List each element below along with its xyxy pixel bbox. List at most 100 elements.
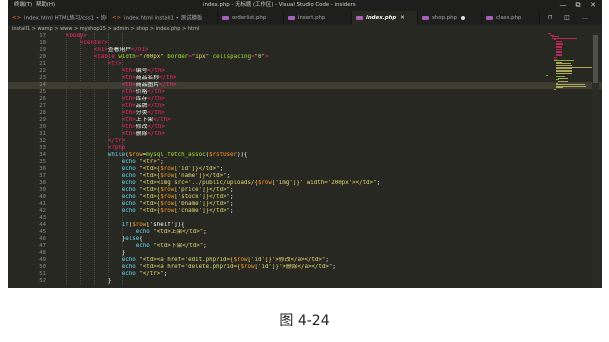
line-number: 17 xyxy=(39,33,46,39)
tab-label: class.php xyxy=(496,15,522,21)
line-number: 52 xyxy=(39,278,46,284)
code-line[interactable]: <?php xyxy=(52,145,542,152)
code-line[interactable]: while($row=mysql_fetch_assoc($rstUser)){ xyxy=(52,152,542,159)
line-number: 40 xyxy=(39,194,46,200)
editor-tab[interactable]: <>index.html HTML练习/css1 • 协程设计 xyxy=(8,11,108,25)
minimap-line xyxy=(556,44,563,45)
php-file-icon xyxy=(222,15,229,20)
code-line[interactable]: <body> xyxy=(52,33,542,40)
tab-label: index.html install1 • 测试模板 xyxy=(124,15,203,22)
php-file-icon xyxy=(486,15,493,20)
line-number: 38 xyxy=(39,180,46,186)
code-line[interactable]: echo "<td>上架</td>"; xyxy=(52,229,542,236)
code-line[interactable]: echo "<td><img src='../public/uploads/{$… xyxy=(52,180,542,187)
editor-tab[interactable]: <> index.html install1 • 测试模板 xyxy=(108,11,218,25)
vscode-window: 终端(T) 帮助(H) index.php - 无标题 (工作区) - Visual… xyxy=(8,0,602,288)
editor-tab[interactable]: class.php xyxy=(482,11,540,25)
tab-label: insert.php xyxy=(298,15,326,21)
line-number: 49 xyxy=(39,257,46,263)
code-line[interactable]: echo "<td>{$row['price']}</td>"; xyxy=(52,187,542,194)
minimap-line xyxy=(552,36,559,37)
code-line[interactable]: <h1>查看用户</h1> xyxy=(52,47,542,54)
code-line[interactable]: <th>品牌</th> xyxy=(52,103,542,110)
code-line[interactable]: <th>编号</th> xyxy=(52,68,542,75)
code-line[interactable]: <tr> xyxy=(52,61,542,68)
close-icon[interactable]: ✕ xyxy=(400,15,405,21)
tab-label: shop.php xyxy=(432,15,457,21)
scrollbar-thumb[interactable] xyxy=(593,35,598,83)
line-number: 29 xyxy=(39,117,46,123)
code-line[interactable]: echo "</tr>"; xyxy=(52,271,542,278)
editor-scrollbar[interactable] xyxy=(592,33,599,288)
open-changes-icon[interactable]: ⊓ xyxy=(548,11,553,25)
more-actions-icon[interactable]: … xyxy=(582,11,588,25)
window-title: index.php - 无标题 (工作区) - Visual Studio Co… xyxy=(203,2,356,8)
minimap-line xyxy=(556,52,562,53)
code-line[interactable]: <th>商品名称</th> xyxy=(52,75,542,82)
code-line[interactable]: <center> xyxy=(52,40,542,47)
code-line[interactable]: echo "<td>{$row['bname']}</td>"; xyxy=(52,201,542,208)
line-number: 31 xyxy=(39,131,46,137)
minimap-line xyxy=(556,65,572,66)
code-line[interactable]: echo "<td>{$row['cname']}</td>"; xyxy=(52,208,542,215)
minimap-line xyxy=(556,49,562,50)
code-line[interactable]: if($row['shelf']){ xyxy=(52,222,542,229)
code-line[interactable]: <th>商品图片</th> xyxy=(52,82,542,89)
code-line[interactable]: echo "<td>{$row['stock']}</td>"; xyxy=(52,194,542,201)
editor-tab[interactable]: insert.php xyxy=(284,11,352,25)
menu-item[interactable]: 帮助(H) xyxy=(36,0,55,11)
minimap-line xyxy=(556,71,572,72)
minimap-line xyxy=(546,75,548,76)
line-number: 50 xyxy=(39,264,46,270)
code-line[interactable]: <table width="700px" border="1px" cellsp… xyxy=(52,54,542,61)
code-line[interactable]: <th>修改</th> xyxy=(52,124,542,131)
close-button[interactable]: ✕ xyxy=(586,0,600,11)
minimap-line xyxy=(556,79,559,80)
code-editor[interactable]: 17 <body> 18 <center> 19 <h1>查看用户</h1> 20 <… xyxy=(8,33,602,288)
minimap-line xyxy=(558,81,568,82)
code-line[interactable]: }else{ xyxy=(52,236,542,243)
line-number: 25 xyxy=(39,89,46,95)
minimap-line xyxy=(556,87,563,88)
minimap-line xyxy=(556,63,571,64)
code-line[interactable]: <th>上下架</th> xyxy=(52,117,542,124)
minimap-line xyxy=(554,57,557,58)
line-number: 45 xyxy=(39,229,46,235)
code-line[interactable]: <th>删除</th> xyxy=(52,131,542,138)
code-line[interactable]: <th>价格</th> xyxy=(52,89,542,96)
line-number: 34 xyxy=(39,152,46,158)
editor-tab[interactable]: shop.php xyxy=(418,11,482,25)
tab-label: index.html HTML练习/css1 • 协程设计 xyxy=(24,15,107,22)
code-line[interactable]: <th>库存</th> xyxy=(52,96,542,103)
code-line[interactable]: echo "<tr>"; xyxy=(52,159,542,166)
html-file-icon: <> xyxy=(112,15,122,21)
code-line[interactable]: echo "<td>下架</td>"; xyxy=(52,243,542,250)
minimize-button[interactable]: — xyxy=(556,0,570,11)
line-number: 39 xyxy=(39,187,46,193)
html-file-icon: <> xyxy=(12,15,22,21)
minimap[interactable] xyxy=(546,33,593,93)
code-line[interactable]: } xyxy=(52,250,542,257)
code-line[interactable]: <th>分类</th> xyxy=(52,110,542,117)
line-number: 46 xyxy=(39,236,46,242)
code-line[interactable]: } xyxy=(52,278,542,285)
split-editor-icon[interactable]: ◫ xyxy=(564,11,570,25)
editor-tab[interactable]: orderlist.php xyxy=(218,11,284,25)
line-number: 21 xyxy=(39,61,46,67)
code-line[interactable]: </tr> xyxy=(52,138,542,145)
menu-item[interactable]: 终端(T) xyxy=(14,0,32,11)
line-number: 18 xyxy=(39,40,46,46)
code-line[interactable]: echo "<td><a href='delete.php?id={$row['… xyxy=(52,264,542,271)
code-line[interactable]: echo "<td><a href='edit.php?id={$row['id… xyxy=(52,257,542,264)
line-number: 28 xyxy=(39,110,46,116)
breadcrumb[interactable]: install1 > wamp > www > myshop15 > admin… xyxy=(8,25,602,33)
code-line[interactable] xyxy=(52,215,542,222)
line-number: 36 xyxy=(39,166,46,172)
line-number: 24 xyxy=(39,82,46,88)
code-line[interactable]: echo "<td>{$row['id']}</td>"; xyxy=(52,166,542,173)
editor-tab[interactable]: index.php ✕ xyxy=(352,11,418,25)
restore-button[interactable]: ⧉ xyxy=(571,0,585,11)
tab-label: index.php xyxy=(366,15,397,21)
php-file-icon xyxy=(288,15,295,20)
code-line[interactable]: echo "<td>{$row['name']}</td>"; xyxy=(52,173,542,180)
